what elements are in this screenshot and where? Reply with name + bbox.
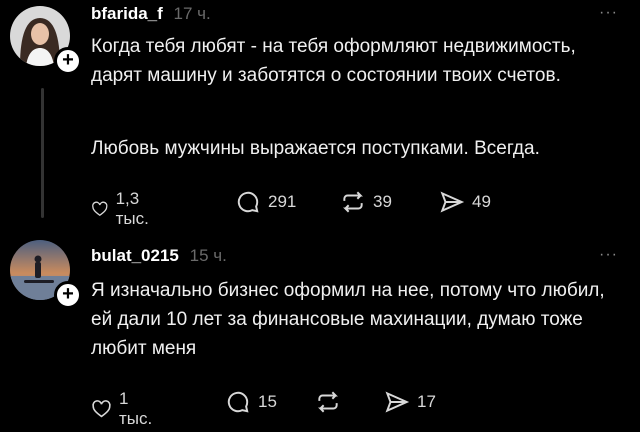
follow-button[interactable]: +: [54, 281, 82, 309]
post-text: Когда тебя любят - на тебя оформляют нед…: [91, 36, 576, 86]
repost-icon: [343, 191, 363, 213]
timestamp: 15 ч.: [189, 246, 227, 265]
share-count: 17: [417, 392, 436, 411]
heart-icon: [92, 201, 108, 217]
like-count: 1,3 тыс.: [115, 189, 149, 228]
comment-button[interactable]: 15: [225, 389, 277, 415]
share-button[interactable]: 17: [384, 389, 436, 415]
plus-icon: +: [62, 49, 74, 71]
heart-icon: [92, 400, 111, 418]
repost-icon: [318, 391, 338, 413]
like-button[interactable]: 1,3 тыс.: [91, 189, 157, 229]
plus-icon: +: [62, 283, 74, 305]
share-icon: [440, 191, 465, 213]
post-header: bfarida_f 17 ч.: [91, 4, 211, 24]
like-count: 1 тыс.: [118, 389, 153, 428]
timestamp: 17 ч.: [173, 4, 211, 23]
thread-post: + bulat_0215 15 ч. ··· Я изначально бизн…: [0, 234, 640, 432]
username[interactable]: bulat_0215: [91, 246, 179, 265]
share-icon: [385, 391, 410, 413]
post-text: Я изначально бизнес оформил на нее, пото…: [91, 280, 605, 359]
username[interactable]: bfarida_f: [91, 4, 163, 23]
share-count: 49: [472, 192, 491, 211]
repost-button[interactable]: [315, 389, 348, 415]
more-icon[interactable]: ···: [599, 4, 618, 22]
comment-button[interactable]: 291: [235, 189, 296, 215]
thread-post: + bfarida_f 17 ч. ··· Когда тебя любят -…: [0, 0, 640, 232]
repost-button[interactable]: 39: [340, 189, 392, 215]
comment-icon: [227, 391, 249, 413]
thread-line: [41, 88, 44, 218]
comment-count: 291: [268, 192, 297, 211]
follow-button[interactable]: +: [54, 47, 82, 75]
share-button[interactable]: 49: [439, 189, 491, 215]
more-icon[interactable]: ···: [599, 246, 618, 264]
post-text: Любовь мужчины выражается поступками. Вс…: [91, 138, 540, 159]
comment-icon: [237, 191, 259, 213]
repost-count: 39: [373, 192, 392, 211]
like-button[interactable]: 1 тыс.: [91, 389, 157, 429]
post-header: bulat_0215 15 ч.: [91, 246, 227, 266]
comment-count: 15: [258, 392, 277, 411]
